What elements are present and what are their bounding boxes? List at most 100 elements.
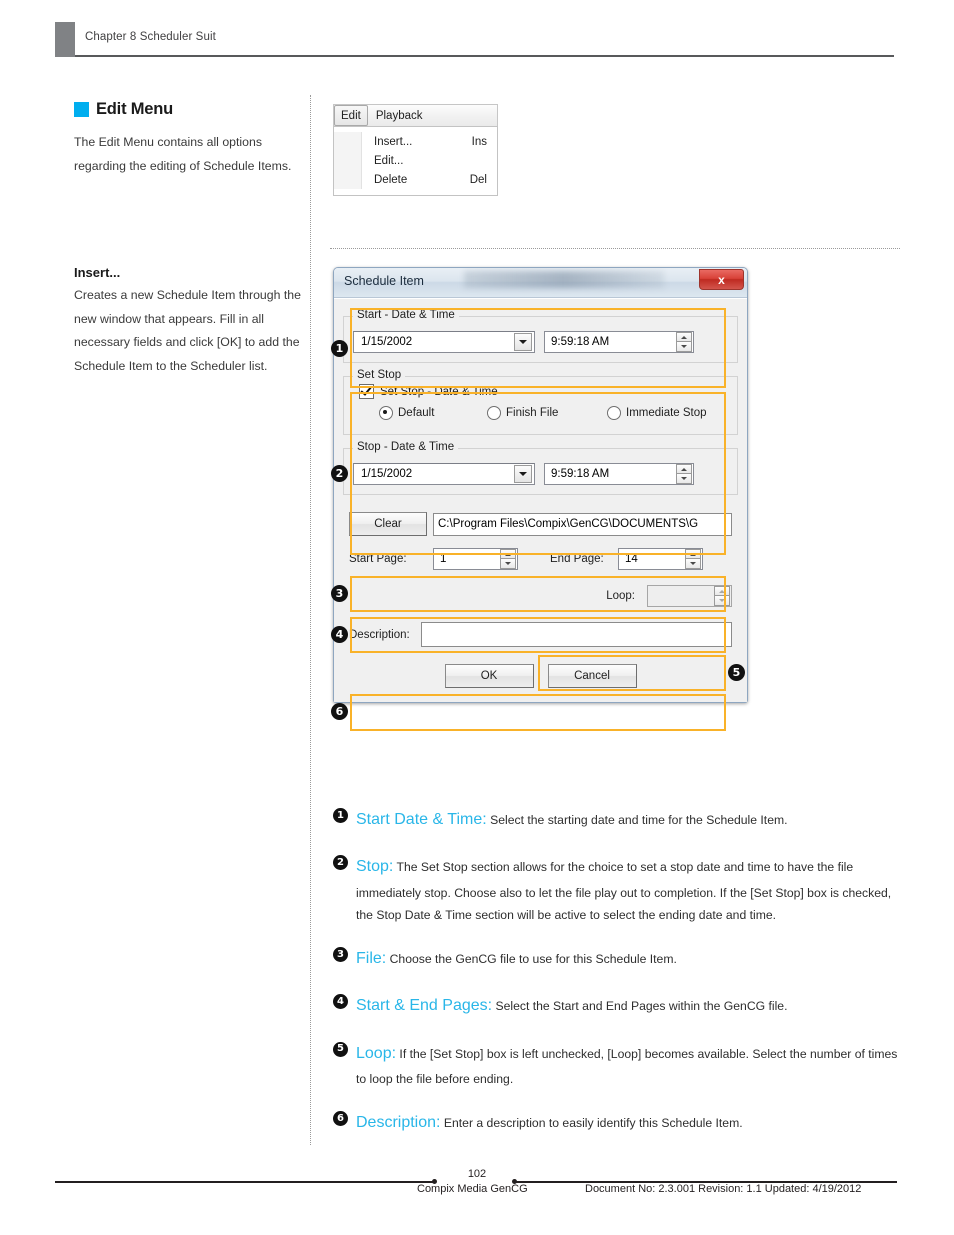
spin-down-icon[interactable] xyxy=(685,559,701,569)
callout-badge-5: 5 xyxy=(728,664,745,681)
vertical-divider xyxy=(310,95,311,1145)
start-date-combo[interactable]: 1/15/2002 xyxy=(353,331,535,353)
set-stop-checkbox-row[interactable]: Set Stop - Date & Time xyxy=(359,384,728,399)
set-stop-legend: Set Stop xyxy=(353,369,406,381)
end-page-spin-buttons[interactable] xyxy=(685,549,701,569)
cancel-button[interactable]: Cancel xyxy=(547,664,637,688)
legend-badge: 5 xyxy=(333,1041,348,1057)
menu-item-insert[interactable]: Insert... Ins xyxy=(362,132,497,151)
insert-body-text: Creates a new Schedule Item through the … xyxy=(74,288,301,373)
menu-item-edit-label: Edit... xyxy=(374,154,404,167)
start-page-spinner[interactable]: 1 xyxy=(433,548,518,570)
description-row: Description: xyxy=(343,622,738,647)
dialog-button-row: OK Cancel xyxy=(343,664,738,692)
spin-up-icon[interactable] xyxy=(500,549,516,559)
callout-badge-3: 3 xyxy=(331,585,348,602)
pages-row: Start Page: 1 End Page: 14 xyxy=(343,548,738,570)
callout-badge-4: 4 xyxy=(331,626,348,643)
radio-finish-file-indicator[interactable] xyxy=(487,406,501,420)
loop-spinner[interactable] xyxy=(647,585,732,607)
chevron-down-icon[interactable] xyxy=(514,465,532,483)
footer-product-text: Compix Media GenCG xyxy=(417,1183,528,1195)
legend-term: Description: xyxy=(356,1114,441,1132)
start-page-spin-buttons[interactable] xyxy=(500,549,516,569)
chevron-down-icon[interactable] xyxy=(514,333,532,351)
dialog-titlebar[interactable]: Schedule Item x xyxy=(334,268,747,298)
legend-item: 3 File: Choose the GenCG file to use for… xyxy=(333,944,903,973)
radio-finish-file-label: Finish File xyxy=(506,407,559,419)
footer-rule-left xyxy=(55,1181,434,1183)
page-header: Chapter 8 Scheduler Suit xyxy=(0,0,954,60)
callout-badge-1: 1 xyxy=(331,340,348,357)
start-time-value: 9:59:18 AM xyxy=(551,336,610,348)
ok-button[interactable]: OK xyxy=(444,664,534,688)
start-time-spinner[interactable]: 9:59:18 AM xyxy=(544,331,694,353)
radio-default-indicator[interactable] xyxy=(379,406,393,420)
legend-term: Loop: xyxy=(356,1044,397,1062)
menu-item-delete[interactable]: Delete Del xyxy=(362,170,497,189)
spin-up-icon[interactable] xyxy=(685,549,701,559)
radio-default-label: Default xyxy=(398,407,435,419)
start-page-value: 1 xyxy=(440,553,447,565)
spin-up-icon[interactable] xyxy=(676,332,692,342)
spin-up-icon[interactable] xyxy=(676,464,692,474)
stop-time-value: 9:59:18 AM xyxy=(551,468,610,480)
legend-item: 2 Stop: The Set Stop section allows for … xyxy=(333,852,903,926)
menubar-item-edit[interactable]: Edit xyxy=(334,105,368,126)
end-page-spinner[interactable]: 14 xyxy=(618,548,703,570)
stop-time-spin-buttons[interactable] xyxy=(676,464,692,484)
chapter-title: Chapter 8 Scheduler Suit xyxy=(85,31,216,43)
menu-gutter xyxy=(334,132,362,189)
schedule-item-dialog: Schedule Item x Start - Date & Time 1/15… xyxy=(333,267,748,703)
legend-text: Enter a description to easily identify t… xyxy=(440,1116,743,1131)
stop-date-value: 1/15/2002 xyxy=(361,468,413,480)
section-body-text: The Edit Menu contains all options regar… xyxy=(74,135,292,173)
spin-down-icon[interactable] xyxy=(676,474,692,484)
page-title: Edit Menu xyxy=(96,100,174,118)
radio-immediate-stop-indicator[interactable] xyxy=(607,406,621,420)
legend-item: 5 Loop: If the [Set Stop] box is left un… xyxy=(333,1039,903,1091)
close-icon[interactable]: x xyxy=(699,269,744,290)
edit-menu-widget: Edit Playback Insert... Ins Edit... Dele… xyxy=(333,104,498,196)
menu-bar: Edit Playback xyxy=(333,104,498,126)
set-stop-checkbox[interactable] xyxy=(359,384,374,399)
end-page-label: End Page: xyxy=(550,553,604,565)
description-field[interactable] xyxy=(421,622,732,647)
menu-item-insert-label: Insert... xyxy=(374,135,413,148)
legend-text: The Set Stop section allows for the choi… xyxy=(356,860,892,922)
radio-finish-file[interactable]: Finish File xyxy=(487,406,607,420)
legend-term: Start & End Pages: xyxy=(356,997,493,1015)
file-path-field[interactable]: C:\Program Files\Compix\GenCG\DOCUMENTS\… xyxy=(433,512,732,536)
start-time-spin-buttons[interactable] xyxy=(676,332,692,352)
menu-item-insert-accel: Ins xyxy=(471,135,487,148)
legend-item: 1 Start Date & Time: Select the starting… xyxy=(333,805,903,834)
menubar-item-playback[interactable]: Playback xyxy=(368,105,431,126)
loop-label: Loop: xyxy=(606,590,635,602)
footer-page-number: 102 xyxy=(467,1168,487,1180)
set-stop-checkbox-label: Set Stop - Date & Time xyxy=(380,385,498,398)
stop-time-spinner[interactable]: 9:59:18 AM xyxy=(544,463,694,485)
legend-badge: 2 xyxy=(333,855,348,871)
callout-badge-6: 6 xyxy=(331,703,348,720)
loop-spin-buttons[interactable] xyxy=(714,586,730,606)
legend-badge: 1 xyxy=(333,808,348,823)
legend-term: Stop: xyxy=(356,858,394,876)
stop-date-combo[interactable]: 1/15/2002 xyxy=(353,463,535,485)
insert-heading: Insert... xyxy=(74,265,121,280)
clear-button[interactable]: Clear xyxy=(349,512,427,536)
start-date-value: 1/15/2002 xyxy=(361,336,413,348)
spin-down-icon[interactable] xyxy=(676,342,692,352)
stop-mode-radio-group: Default Finish File Immediate Stop xyxy=(379,406,728,420)
legend-text: Choose the GenCG file to use for this Sc… xyxy=(386,952,677,967)
legend-item: 6 Description: Enter a description to ea… xyxy=(333,1108,903,1137)
spin-down-icon[interactable] xyxy=(714,596,730,606)
menu-item-edit[interactable]: Edit... xyxy=(362,151,497,170)
radio-default[interactable]: Default xyxy=(379,406,487,420)
spin-up-icon[interactable] xyxy=(714,586,730,596)
end-page-value: 14 xyxy=(625,553,638,565)
radio-immediate-stop[interactable]: Immediate Stop xyxy=(607,406,707,420)
dialog-title: Schedule Item xyxy=(344,274,424,288)
start-page-label: Start Page: xyxy=(349,553,407,565)
spin-down-icon[interactable] xyxy=(500,559,516,569)
description-label: Description: xyxy=(349,628,410,641)
